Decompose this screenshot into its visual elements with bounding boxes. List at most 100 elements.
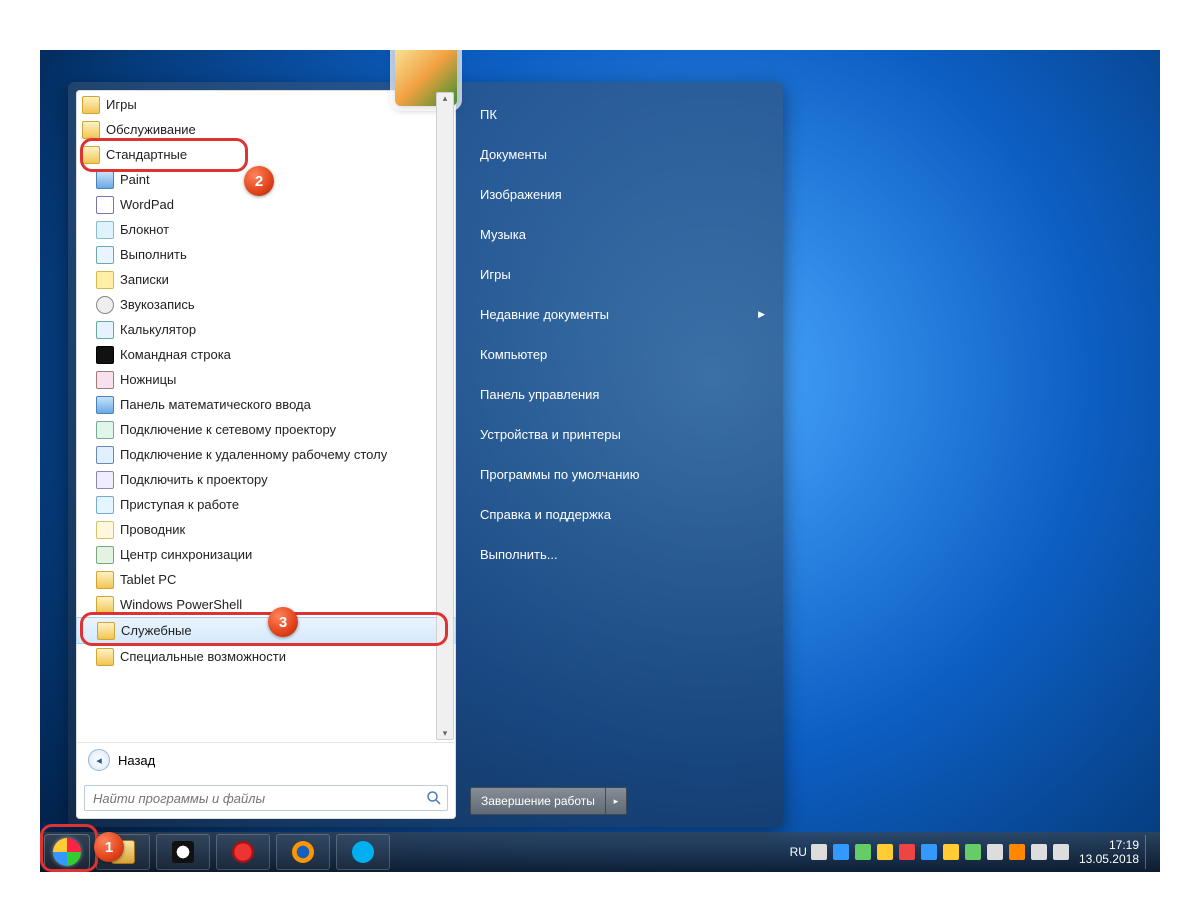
- tray-up-icon[interactable]: [811, 844, 827, 860]
- program-item-label: Проводник: [120, 522, 185, 537]
- taskbar-panda[interactable]: [156, 834, 210, 870]
- program-item[interactable]: Специальные возможности: [76, 644, 456, 669]
- program-item[interactable]: Калькулятор: [76, 317, 456, 342]
- folder-icon: [97, 622, 115, 640]
- program-item-label: Подключить к проектору: [120, 472, 268, 487]
- tray-icon[interactable]: [855, 844, 871, 860]
- net-icon: [96, 421, 114, 439]
- folder-icon: [82, 96, 100, 114]
- folder-icon: [82, 146, 100, 164]
- calc-icon: [96, 321, 114, 339]
- places-item[interactable]: Документы: [470, 134, 773, 174]
- remote-icon: [96, 446, 114, 464]
- program-item[interactable]: Приступая к работе: [76, 492, 456, 517]
- program-item-label: Стандартные: [106, 147, 187, 162]
- program-item[interactable]: Подключение к удаленному рабочему столу: [76, 442, 456, 467]
- tray-network-icon[interactable]: [965, 844, 981, 860]
- program-item-label: Блокнот: [120, 222, 169, 237]
- program-item-label: Tablet PC: [120, 572, 176, 587]
- places-item[interactable]: Панель управления: [470, 374, 773, 414]
- program-item-label: Приступая к работе: [120, 497, 239, 512]
- places-item-label: Устройства и принтеры: [480, 427, 621, 442]
- program-item[interactable]: Блокнот: [76, 217, 456, 242]
- program-item-label: Windows PowerShell: [120, 597, 242, 612]
- taskbar: RU 17:19 13.05.2018: [40, 832, 1160, 872]
- program-item[interactable]: Обслуживание: [76, 117, 456, 142]
- places-item[interactable]: ПК: [470, 94, 773, 134]
- show-desktop-button[interactable]: [1145, 835, 1156, 869]
- taskbar-clock[interactable]: 17:19 13.05.2018: [1079, 838, 1139, 866]
- places-item-label: Справка и поддержка: [480, 507, 611, 522]
- generic-icon: [96, 171, 114, 189]
- program-item[interactable]: Центр синхронизации: [76, 542, 456, 567]
- taskbar-firefox[interactable]: [276, 834, 330, 870]
- program-item[interactable]: Подключить к проектору: [76, 467, 456, 492]
- program-item[interactable]: Стандартные: [76, 142, 456, 167]
- tray-icon[interactable]: [1009, 844, 1025, 860]
- search-row: [76, 777, 456, 819]
- start-icon: [96, 496, 114, 514]
- program-item-label: Выполнить: [120, 247, 187, 262]
- program-item[interactable]: Игры: [76, 92, 456, 117]
- tray-flag-icon[interactable]: [987, 844, 1003, 860]
- program-item[interactable]: Командная строка: [76, 342, 456, 367]
- taskbar-opera[interactable]: [216, 834, 270, 870]
- places-item-label: Музыка: [480, 227, 526, 242]
- places-item[interactable]: Программы по умолчанию: [470, 454, 773, 494]
- program-item[interactable]: Записки: [76, 267, 456, 292]
- notepad-icon: [96, 221, 114, 239]
- places-item[interactable]: Компьютер: [470, 334, 773, 374]
- places-item[interactable]: Выполнить...: [470, 534, 773, 574]
- program-item[interactable]: Проводник: [76, 517, 456, 542]
- places-item[interactable]: Справка и поддержка: [470, 494, 773, 534]
- taskbar-skype[interactable]: [336, 834, 390, 870]
- places-item[interactable]: Игры: [470, 254, 773, 294]
- program-item[interactable]: Звукозапись: [76, 292, 456, 317]
- program-item[interactable]: WordPad: [76, 192, 456, 217]
- tray-volume-icon[interactable]: [1053, 844, 1069, 860]
- language-indicator[interactable]: RU: [790, 845, 807, 859]
- program-item[interactable]: Выполнить: [76, 242, 456, 267]
- places-item-label: Компьютер: [480, 347, 547, 362]
- places-item[interactable]: Недавние документы▶: [470, 294, 773, 334]
- start-button[interactable]: [44, 834, 90, 870]
- back-button[interactable]: ◂ Назад: [76, 742, 456, 777]
- skype-icon: [352, 841, 374, 863]
- program-item[interactable]: Панель математического ввода: [76, 392, 456, 417]
- program-item[interactable]: Paint: [76, 167, 456, 192]
- search-icon: [426, 790, 442, 806]
- program-item-label: WordPad: [120, 197, 174, 212]
- search-input[interactable]: [84, 785, 448, 811]
- program-item-label: Центр синхронизации: [120, 547, 252, 562]
- program-item[interactable]: Ножницы: [76, 367, 456, 392]
- shutdown-menu-button[interactable]: ▸: [606, 787, 627, 815]
- shutdown-button[interactable]: Завершение работы: [470, 787, 606, 815]
- taskbar-explorer[interactable]: [96, 834, 150, 870]
- tray-wifi-icon[interactable]: [1031, 844, 1047, 860]
- tray-icon[interactable]: [899, 844, 915, 860]
- program-item[interactable]: Tablet PC: [76, 567, 456, 592]
- places-item[interactable]: Изображения: [470, 174, 773, 214]
- program-item-label: Ножницы: [120, 372, 176, 387]
- tray-icon[interactable]: [943, 844, 959, 860]
- scrollbar[interactable]: [436, 92, 454, 740]
- places-item-label: ПК: [480, 107, 497, 122]
- wordpad-icon: [96, 196, 114, 214]
- program-item[interactable]: Windows PowerShell: [76, 592, 456, 617]
- programs-pane: ИгрыОбслуживание Стандартные Paint WordPad Б…: [76, 90, 456, 819]
- program-item-label: Служебные: [121, 623, 192, 638]
- back-label: Назад: [118, 753, 155, 768]
- program-item[interactable]: Служебные: [76, 617, 456, 644]
- folder-icon: [82, 121, 100, 139]
- places-item[interactable]: Устройства и принтеры: [470, 414, 773, 454]
- generic-icon: [96, 396, 114, 414]
- tray-icon[interactable]: [833, 844, 849, 860]
- program-item-label: Подключение к сетевому проектору: [120, 422, 336, 437]
- tray-icon[interactable]: [877, 844, 893, 860]
- places-item[interactable]: Музыка: [470, 214, 773, 254]
- tray-icon[interactable]: [921, 844, 937, 860]
- program-item-label: Командная строка: [120, 347, 231, 362]
- places-item-label: Программы по умолчанию: [480, 467, 639, 482]
- program-item-label: Paint: [120, 172, 150, 187]
- program-item[interactable]: Подключение к сетевому проектору: [76, 417, 456, 442]
